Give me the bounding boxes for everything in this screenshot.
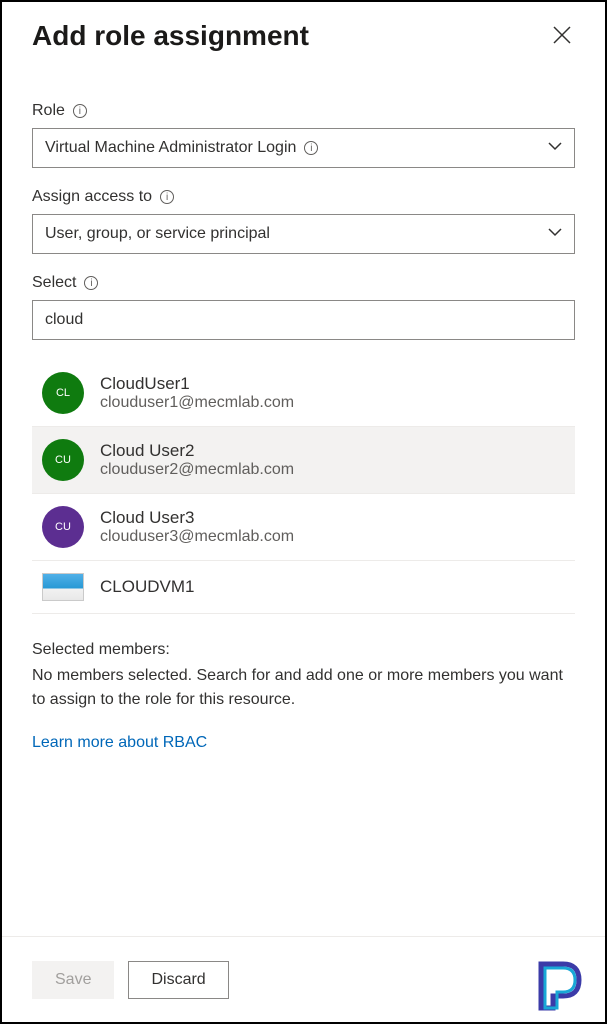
select-label-text: Select xyxy=(32,274,76,292)
result-item[interactable]: CL CloudUser1clouduser1@mecmlab.com xyxy=(32,360,575,427)
results-list[interactable]: CL CloudUser1clouduser1@mecmlab.com CU Clou… xyxy=(32,360,575,620)
result-item[interactable]: CU Cloud User3clouduser3@mecmlab.com xyxy=(32,494,575,561)
result-email: clouduser3@mecmlab.com xyxy=(100,528,294,546)
role-label: Role i xyxy=(32,102,575,120)
info-icon[interactable]: i xyxy=(160,190,174,204)
vm-icon xyxy=(42,573,84,601)
result-item[interactable]: CU Cloud User2clouduser2@mecmlab.com xyxy=(32,427,575,494)
learn-more-link[interactable]: Learn more about RBAC xyxy=(32,734,207,752)
discard-button[interactable]: Discard xyxy=(128,961,228,999)
assign-access-dropdown-value: User, group, or service principal xyxy=(45,225,270,243)
chevron-down-icon xyxy=(548,139,562,158)
avatar: CU xyxy=(42,506,84,548)
chevron-down-icon xyxy=(548,225,562,244)
result-name: Cloud User3 xyxy=(100,508,294,528)
page-title: Add role assignment xyxy=(32,20,309,52)
selected-members-message: No members selected. Search for and add … xyxy=(32,664,575,712)
close-button[interactable] xyxy=(547,20,577,54)
content-scroll-area[interactable]: Role i Virtual Machine Administrator Log… xyxy=(2,72,605,934)
role-label-text: Role xyxy=(32,102,65,120)
info-icon[interactable]: i xyxy=(304,141,318,155)
footer-bar: Save Discard xyxy=(2,936,605,1022)
assign-access-label-text: Assign access to xyxy=(32,188,152,206)
assign-access-dropdown[interactable]: User, group, or service principal xyxy=(32,214,575,254)
result-name: Cloud User2 xyxy=(100,441,294,461)
role-dropdown-value: Virtual Machine Administrator Login xyxy=(45,139,296,157)
info-icon[interactable]: i xyxy=(84,276,98,290)
result-email: clouduser2@mecmlab.com xyxy=(100,461,294,479)
result-name: CLOUDVM1 xyxy=(100,577,194,597)
info-icon[interactable]: i xyxy=(73,104,87,118)
assign-access-label: Assign access to i xyxy=(32,188,575,206)
select-search-input[interactable] xyxy=(32,300,575,340)
result-item[interactable]: CLOUDVM1 xyxy=(32,561,575,614)
avatar: CL xyxy=(42,372,84,414)
select-label: Select i xyxy=(32,274,575,292)
selected-members-label: Selected members: xyxy=(32,638,575,662)
result-email: clouduser1@mecmlab.com xyxy=(100,394,294,412)
result-name: CloudUser1 xyxy=(100,374,294,394)
close-icon xyxy=(553,27,571,49)
role-dropdown[interactable]: Virtual Machine Administrator Login i xyxy=(32,128,575,168)
avatar: CU xyxy=(42,439,84,481)
save-button: Save xyxy=(32,961,114,999)
